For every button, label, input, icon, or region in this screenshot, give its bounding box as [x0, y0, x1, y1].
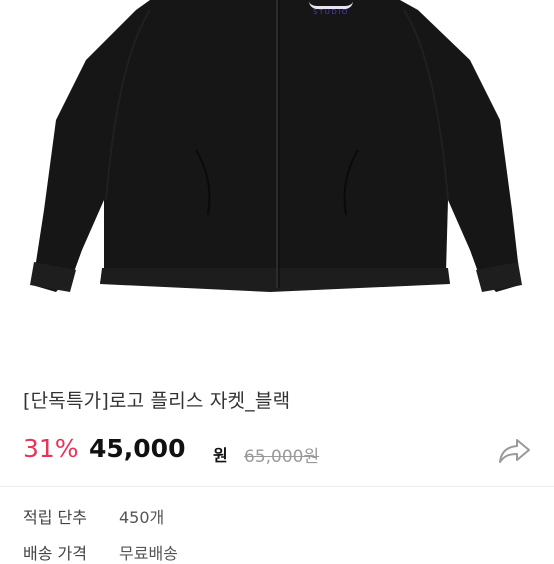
divider — [0, 486, 554, 487]
logo-subtext: STUDIO — [313, 8, 349, 16]
info-value: 무료배송 — [119, 544, 178, 563]
info-value: 450개 — [119, 508, 165, 527]
info-label: 배송 가격 — [23, 544, 87, 563]
product-image[interactable]: STUDIO — [0, 0, 554, 358]
jacket-logo: STUDIO — [303, 0, 359, 20]
sale-price: 45,000 — [89, 434, 186, 463]
share-button[interactable] — [497, 436, 533, 466]
discount-rate: 31% — [23, 434, 79, 463]
sale-price-currency: 원 — [213, 446, 228, 465]
original-price: 65,000원 — [244, 447, 320, 467]
jacket-illustration — [30, 0, 522, 292]
share-icon — [499, 439, 530, 463]
info-label: 적립 단추 — [23, 508, 87, 527]
product-title: [단독특가]로고 플리스 자켓_블랙 — [23, 390, 291, 412]
price-row: 31% 45,000 원 65,000원 — [23, 434, 533, 470]
